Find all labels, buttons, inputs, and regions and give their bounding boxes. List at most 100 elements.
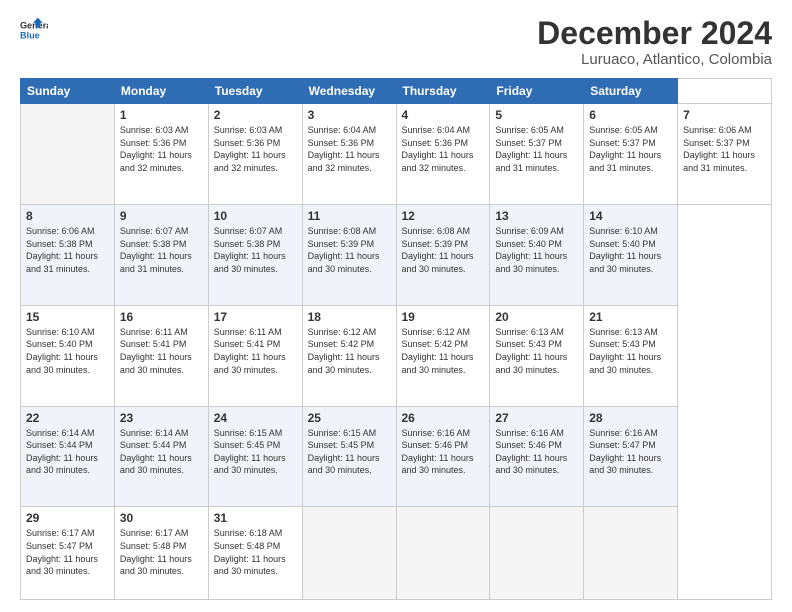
table-row bbox=[490, 507, 584, 600]
day-info: Sunrise: 6:13 AMSunset: 5:43 PMDaylight:… bbox=[495, 326, 578, 376]
day-info: Sunrise: 6:17 AMSunset: 5:48 PMDaylight:… bbox=[120, 527, 203, 577]
day-number: 27 bbox=[495, 411, 578, 425]
day-info: Sunrise: 6:03 AMSunset: 5:36 PMDaylight:… bbox=[214, 124, 297, 174]
table-row: 27 Sunrise: 6:16 AMSunset: 5:46 PMDayligh… bbox=[490, 406, 584, 507]
week-row-1: 1 Sunrise: 6:03 AMSunset: 5:36 PMDaylight… bbox=[21, 104, 772, 205]
week-row-2: 8Sunrise: 6:06 AMSunset: 5:38 PMDaylight… bbox=[21, 204, 772, 305]
table-row: 21 Sunrise: 6:13 AMSunset: 5:43 PMDayligh… bbox=[584, 305, 678, 406]
table-row: 5Sunrise: 6:05 AMSunset: 5:37 PMDaylight… bbox=[490, 104, 584, 205]
svg-text:Blue: Blue bbox=[20, 30, 40, 40]
table-row: 4 Sunrise: 6:04 AMSunset: 5:36 PMDaylight… bbox=[396, 104, 490, 205]
col-wednesday: Wednesday bbox=[302, 79, 396, 104]
table-row: 24 Sunrise: 6:15 AMSunset: 5:45 PMDayligh… bbox=[208, 406, 302, 507]
table-row: 3 Sunrise: 6:04 AMSunset: 5:36 PMDaylight… bbox=[302, 104, 396, 205]
table-row: 14 Sunrise: 6:10 AMSunset: 5:40 PMDayligh… bbox=[584, 204, 678, 305]
day-number: 4 bbox=[402, 108, 485, 122]
day-info: Sunrise: 6:15 AMSunset: 5:45 PMDaylight:… bbox=[214, 427, 297, 477]
day-info: Sunrise: 6:14 AMSunset: 5:44 PMDaylight:… bbox=[120, 427, 203, 477]
header-row: Sunday Monday Tuesday Wednesday Thursday… bbox=[21, 79, 772, 104]
header: General Blue December 2024 Luruaco, Atla… bbox=[20, 16, 772, 68]
table-row: 17 Sunrise: 6:11 AMSunset: 5:41 PMDayligh… bbox=[208, 305, 302, 406]
table-row: 29Sunrise: 6:17 AMSunset: 5:47 PMDayligh… bbox=[21, 507, 115, 600]
day-number: 21 bbox=[589, 310, 672, 324]
day-info: Sunrise: 6:16 AMSunset: 5:46 PMDaylight:… bbox=[402, 427, 485, 477]
table-row: 10 Sunrise: 6:07 AMSunset: 5:38 PMDayligh… bbox=[208, 204, 302, 305]
day-info: Sunrise: 6:12 AMSunset: 5:42 PMDaylight:… bbox=[402, 326, 485, 376]
col-friday: Friday bbox=[490, 79, 584, 104]
day-info: Sunrise: 6:04 AMSunset: 5:36 PMDaylight:… bbox=[402, 124, 485, 174]
table-row: 26Sunrise: 6:16 AMSunset: 5:46 PMDayligh… bbox=[396, 406, 490, 507]
table-row: 19Sunrise: 6:12 AMSunset: 5:42 PMDayligh… bbox=[396, 305, 490, 406]
day-info: Sunrise: 6:08 AMSunset: 5:39 PMDaylight:… bbox=[402, 225, 485, 275]
day-info: Sunrise: 6:12 AMSunset: 5:42 PMDaylight:… bbox=[308, 326, 391, 376]
day-number: 15 bbox=[26, 310, 109, 324]
table-row: 30 Sunrise: 6:17 AMSunset: 5:48 PMDayligh… bbox=[114, 507, 208, 600]
day-number: 29 bbox=[26, 511, 109, 525]
month-title: December 2024 bbox=[537, 16, 772, 51]
table-row bbox=[584, 507, 678, 600]
day-number: 20 bbox=[495, 310, 578, 324]
day-number: 17 bbox=[214, 310, 297, 324]
week-row-4: 22 Sunrise: 6:14 AMSunset: 5:44 PMDayligh… bbox=[21, 406, 772, 507]
day-number: 22 bbox=[26, 411, 109, 425]
day-number: 28 bbox=[589, 411, 672, 425]
day-number: 24 bbox=[214, 411, 297, 425]
table-row bbox=[396, 507, 490, 600]
page: General Blue December 2024 Luruaco, Atla… bbox=[0, 0, 792, 612]
logo-icon: General Blue bbox=[20, 16, 48, 44]
col-saturday: Saturday bbox=[584, 79, 678, 104]
table-row: 9Sunrise: 6:07 AMSunset: 5:38 PMDaylight… bbox=[114, 204, 208, 305]
day-info: Sunrise: 6:18 AMSunset: 5:48 PMDaylight:… bbox=[214, 527, 297, 577]
day-info: Sunrise: 6:03 AMSunset: 5:36 PMDaylight:… bbox=[120, 124, 203, 174]
day-number: 1 bbox=[120, 108, 203, 122]
day-number: 11 bbox=[308, 209, 391, 223]
calendar-table: Sunday Monday Tuesday Wednesday Thursday… bbox=[20, 78, 772, 600]
day-number: 25 bbox=[308, 411, 391, 425]
location: Luruaco, Atlantico, Colombia bbox=[537, 51, 772, 68]
day-info: Sunrise: 6:06 AMSunset: 5:37 PMDaylight:… bbox=[683, 124, 766, 174]
table-row: 15 Sunrise: 6:10 AMSunset: 5:40 PMDayligh… bbox=[21, 305, 115, 406]
day-number: 10 bbox=[214, 209, 297, 223]
day-info: Sunrise: 6:11 AMSunset: 5:41 PMDaylight:… bbox=[120, 326, 203, 376]
table-row: 8Sunrise: 6:06 AMSunset: 5:38 PMDaylight… bbox=[21, 204, 115, 305]
week-row-3: 15 Sunrise: 6:10 AMSunset: 5:40 PMDayligh… bbox=[21, 305, 772, 406]
day-info: Sunrise: 6:16 AMSunset: 5:46 PMDaylight:… bbox=[495, 427, 578, 477]
week-row-5: 29Sunrise: 6:17 AMSunset: 5:47 PMDayligh… bbox=[21, 507, 772, 600]
day-info: Sunrise: 6:14 AMSunset: 5:44 PMDaylight:… bbox=[26, 427, 109, 477]
day-number: 8 bbox=[26, 209, 109, 223]
day-info: Sunrise: 6:15 AMSunset: 5:45 PMDaylight:… bbox=[308, 427, 391, 477]
table-row: 11 Sunrise: 6:08 AMSunset: 5:39 PMDayligh… bbox=[302, 204, 396, 305]
table-row: 2 Sunrise: 6:03 AMSunset: 5:36 PMDaylight… bbox=[208, 104, 302, 205]
day-info: Sunrise: 6:10 AMSunset: 5:40 PMDaylight:… bbox=[26, 326, 109, 376]
day-number: 2 bbox=[214, 108, 297, 122]
day-number: 3 bbox=[308, 108, 391, 122]
title-section: December 2024 Luruaco, Atlantico, Colomb… bbox=[537, 16, 772, 68]
day-number: 6 bbox=[589, 108, 672, 122]
day-info: Sunrise: 6:08 AMSunset: 5:39 PMDaylight:… bbox=[308, 225, 391, 275]
table-row: 6Sunrise: 6:05 AMSunset: 5:37 PMDaylight… bbox=[584, 104, 678, 205]
day-number: 31 bbox=[214, 511, 297, 525]
day-info: Sunrise: 6:13 AMSunset: 5:43 PMDaylight:… bbox=[589, 326, 672, 376]
day-number: 18 bbox=[308, 310, 391, 324]
day-info: Sunrise: 6:05 AMSunset: 5:37 PMDaylight:… bbox=[495, 124, 578, 174]
day-number: 9 bbox=[120, 209, 203, 223]
day-info: Sunrise: 6:16 AMSunset: 5:47 PMDaylight:… bbox=[589, 427, 672, 477]
table-row: 12 Sunrise: 6:08 AMSunset: 5:39 PMDayligh… bbox=[396, 204, 490, 305]
day-info: Sunrise: 6:11 AMSunset: 5:41 PMDaylight:… bbox=[214, 326, 297, 376]
table-row: 13Sunrise: 6:09 AMSunset: 5:40 PMDayligh… bbox=[490, 204, 584, 305]
day-number: 13 bbox=[495, 209, 578, 223]
day-number: 23 bbox=[120, 411, 203, 425]
day-info: Sunrise: 6:10 AMSunset: 5:40 PMDaylight:… bbox=[589, 225, 672, 275]
table-row: 31 Sunrise: 6:18 AMSunset: 5:48 PMDayligh… bbox=[208, 507, 302, 600]
table-row: 18 Sunrise: 6:12 AMSunset: 5:42 PMDayligh… bbox=[302, 305, 396, 406]
day-number: 30 bbox=[120, 511, 203, 525]
day-info: Sunrise: 6:04 AMSunset: 5:36 PMDaylight:… bbox=[308, 124, 391, 174]
table-row: 25 Sunrise: 6:15 AMSunset: 5:45 PMDayligh… bbox=[302, 406, 396, 507]
day-number: 12 bbox=[402, 209, 485, 223]
col-tuesday: Tuesday bbox=[208, 79, 302, 104]
table-row: 28 Sunrise: 6:16 AMSunset: 5:47 PMDayligh… bbox=[584, 406, 678, 507]
table-row: 7Sunrise: 6:06 AMSunset: 5:37 PMDaylight… bbox=[678, 104, 772, 205]
day-number: 16 bbox=[120, 310, 203, 324]
day-info: Sunrise: 6:07 AMSunset: 5:38 PMDaylight:… bbox=[214, 225, 297, 275]
day-number: 14 bbox=[589, 209, 672, 223]
